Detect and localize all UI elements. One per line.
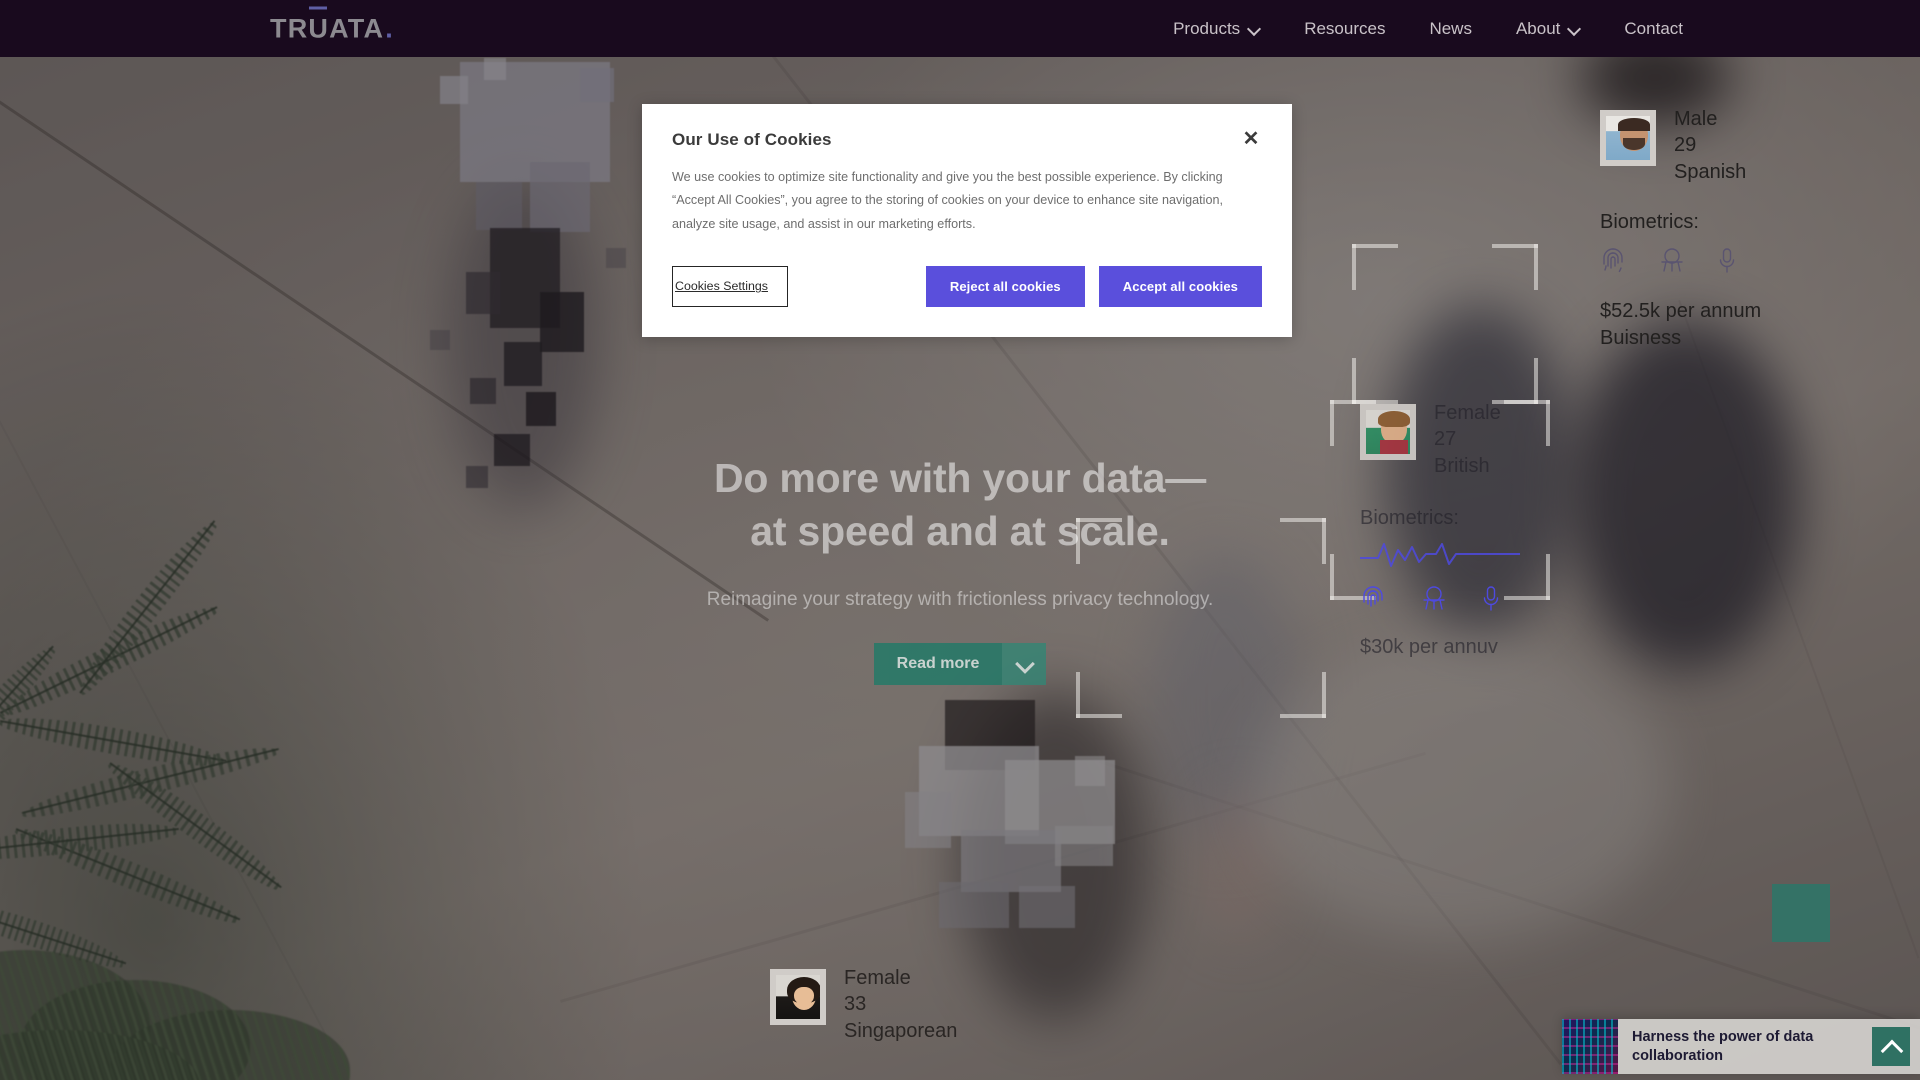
chevron-down-icon xyxy=(1002,642,1046,685)
person-gender: Male xyxy=(1674,108,1718,130)
person-nationality: Singaporean xyxy=(844,1019,958,1042)
scan-frame xyxy=(1352,244,1538,404)
nav-item-about[interactable]: About xyxy=(1494,19,1602,39)
face-scan-icon xyxy=(1658,246,1686,276)
nav-label: News xyxy=(1429,18,1472,38)
nav-item-resources[interactable]: Resources xyxy=(1282,19,1407,39)
dialog-header: Our Use of Cookies ✕ xyxy=(672,128,1262,150)
avatar xyxy=(770,969,826,1025)
circuit-pattern-image xyxy=(1562,1019,1618,1074)
person-overlay-bottom: Female 33 Singaporean xyxy=(770,965,957,1044)
promo-expand-button[interactable] xyxy=(1872,1027,1910,1066)
logo-u-macron: U xyxy=(308,6,329,44)
nav-item-products[interactable]: Products xyxy=(1151,19,1282,39)
hero-section: Do more with your data— at speed and at … xyxy=(0,452,1920,685)
cookie-consent-dialog: Our Use of Cookies ✕ We use cookies to o… xyxy=(642,104,1292,337)
person-age: 27 xyxy=(1434,428,1457,451)
page-root: Male 29 Spanish Biometrics: $52.5k per a… xyxy=(0,0,1920,1080)
person-gender: Female xyxy=(1434,402,1501,424)
promo-title: Harness the power of data collaboration xyxy=(1632,1028,1814,1064)
person-age: 29 xyxy=(1674,134,1697,157)
chevron-down-icon xyxy=(1249,23,1260,34)
person-salary: $52.5k per annum xyxy=(1600,300,1762,323)
reject-all-cookies-button[interactable]: Reject all cookies xyxy=(925,265,1085,307)
dialog-title: Our Use of Cookies xyxy=(672,130,832,149)
chevron-down-icon xyxy=(1569,23,1580,34)
person-meta: Female 33 Singaporean xyxy=(844,965,957,1044)
person-meta: Male 29 Spanish xyxy=(1674,106,1746,185)
chevron-up-icon xyxy=(1882,1038,1900,1056)
read-more-button[interactable]: Read more xyxy=(874,642,1046,685)
nav-label: Resources xyxy=(1304,18,1386,38)
promo-thumbnail xyxy=(1562,1019,1618,1074)
logo-text: TR xyxy=(270,13,309,43)
person-gender: Female xyxy=(844,967,911,989)
cookies-settings-label: Cookies Settings xyxy=(675,279,768,294)
hero-subheading: Reimagine your strategy with frictionles… xyxy=(706,588,1214,610)
site-logo[interactable]: TR U ATA. xyxy=(270,6,394,44)
nav-label: About xyxy=(1515,18,1561,38)
dialog-primary-actions: Reject all cookies Accept all cookies xyxy=(925,265,1262,307)
read-more-label: Read more xyxy=(896,654,980,672)
person-overlay-top-right: Male 29 Spanish Biometrics: $52.5k per a… xyxy=(1600,106,1761,352)
biometrics-icon-row xyxy=(1600,246,1761,276)
cookies-settings-button[interactable]: Cookies Settings xyxy=(672,265,788,307)
nav-item-news[interactable]: News xyxy=(1407,19,1494,39)
nav-item-contact[interactable]: Contact xyxy=(1602,19,1705,39)
logo-text-tail: ATA xyxy=(329,13,385,43)
person-salary-block: $52.5k per annum Buisness xyxy=(1600,298,1761,352)
accent-square xyxy=(1772,884,1830,942)
voice-microphone-icon xyxy=(1718,246,1736,276)
top-navigation-bar: TR U ATA. Products Resources News About Co… xyxy=(0,0,1920,57)
dialog-actions: Cookies Settings Reject all cookies Acce… xyxy=(672,265,1262,307)
dialog-body-text: We use cookies to optimize site function… xyxy=(672,170,1223,231)
nav-links: Products Resources News About Contact xyxy=(1151,0,1705,57)
nav-label: Contact xyxy=(1624,18,1683,38)
close-icon[interactable]: ✕ xyxy=(1240,128,1262,150)
fingerprint-icon xyxy=(1600,246,1626,276)
hero-heading-line-2: at speed and at scale. xyxy=(750,508,1170,555)
person-nationality: Spanish xyxy=(1674,160,1747,183)
biometrics-label: Biometrics: xyxy=(1600,211,1699,234)
hero-heading: Do more with your data— at speed and at … xyxy=(0,452,1920,559)
avatar xyxy=(1600,110,1656,166)
person-age: 33 xyxy=(844,993,867,1016)
hero-heading-line-1: Do more with your data— xyxy=(713,455,1206,501)
nav-label: Products xyxy=(1173,18,1241,38)
logo-dot: . xyxy=(385,13,394,43)
promo-banner[interactable]: Harness the power of data collaboration xyxy=(1562,1019,1920,1074)
accept-all-cookies-button[interactable]: Accept all cookies xyxy=(1098,265,1262,307)
person-segment: Buisness xyxy=(1600,327,1682,350)
